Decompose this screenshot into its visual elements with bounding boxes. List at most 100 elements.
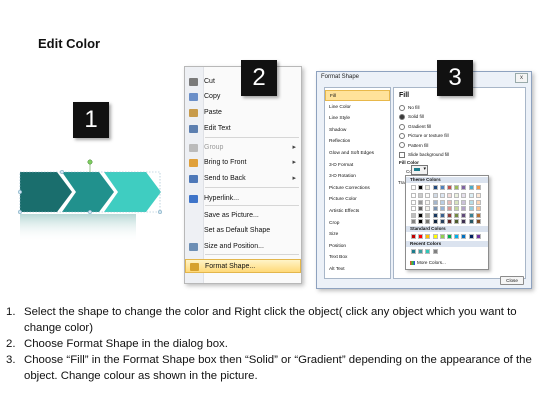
color-swatch[interactable] [411,185,416,190]
color-swatch[interactable] [425,212,431,218]
color-swatch[interactable] [432,234,438,239]
close-button[interactable]: Close [500,276,524,285]
menu-item[interactable]: Set as Default Shape [185,224,301,238]
menu-item[interactable]: Size and Position... [185,240,301,254]
rotation-handle[interactable] [87,159,93,165]
fill-option-radio[interactable]: Picture or texture fill [399,132,449,139]
dialog-nav-item[interactable]: Picture Corrections [325,183,390,194]
color-swatch[interactable] [468,185,474,190]
color-swatch[interactable] [447,219,452,224]
color-swatch[interactable] [418,193,424,198]
dialog-nav-item[interactable]: 3-D Rotation [325,171,390,182]
color-swatch[interactable] [468,234,474,239]
color-swatch[interactable] [439,185,445,190]
dialog-nav-item[interactable]: Picture Color [325,194,390,205]
color-swatch[interactable] [432,199,438,205]
color-swatch[interactable] [411,212,416,218]
color-swatch[interactable] [468,199,474,205]
color-swatch[interactable] [418,249,424,254]
color-swatch[interactable] [447,206,452,211]
menu-item[interactable]: Edit Text [185,122,301,136]
color-swatch[interactable] [411,249,416,254]
dialog-nav-item[interactable]: Line Style [325,113,390,124]
color-swatch[interactable] [475,212,481,218]
menu-item[interactable]: Group ▸ [185,141,301,155]
dialog-nav-item[interactable]: Text Box [325,252,390,263]
resize-handle[interactable] [157,209,163,215]
color-swatch[interactable] [468,219,474,224]
dialog-nav-item[interactable]: Fill [325,90,390,101]
color-swatch[interactable] [418,206,424,211]
color-swatch[interactable] [411,234,416,239]
color-swatch[interactable] [468,193,474,198]
color-swatch[interactable] [468,212,474,218]
color-swatch[interactable] [411,199,416,205]
dialog-nav-item[interactable]: Shadow [325,125,390,136]
color-swatch[interactable] [454,212,460,218]
color-swatch[interactable] [454,193,460,198]
color-swatch[interactable] [447,234,452,239]
color-swatch[interactable] [411,219,416,224]
color-swatch[interactable] [432,219,438,224]
color-swatch[interactable] [454,219,460,224]
color-swatch[interactable] [411,206,416,211]
menu-item[interactable]: Hyperlink... [185,192,301,206]
color-swatch[interactable] [447,185,452,190]
color-swatch[interactable] [432,185,438,190]
color-swatch[interactable] [425,199,431,205]
color-swatch[interactable] [447,212,452,218]
menu-item[interactable]: Paste [185,106,301,120]
color-swatch[interactable] [432,212,438,218]
color-swatch[interactable] [461,212,467,218]
dialog-nav-item[interactable]: Reflection [325,136,390,147]
color-swatch[interactable] [454,206,460,211]
color-swatch[interactable] [475,199,481,205]
fill-option-radio[interactable]: Solid fill [399,113,424,121]
color-swatch[interactable] [418,234,424,239]
color-swatch[interactable] [425,193,431,198]
color-swatch[interactable] [447,193,452,198]
color-swatch[interactable] [425,249,431,254]
color-swatch[interactable] [418,212,424,218]
dialog-close-icon[interactable]: x [515,73,528,83]
color-swatch[interactable] [418,185,424,190]
color-swatch[interactable] [425,185,431,190]
color-swatch[interactable] [461,185,467,190]
resize-handle[interactable] [59,169,65,175]
color-swatch[interactable] [432,193,438,198]
color-swatch[interactable] [461,206,467,211]
color-swatch[interactable] [425,206,431,211]
color-swatch[interactable] [461,193,467,198]
color-swatch[interactable] [439,193,445,198]
color-swatch[interactable] [439,234,445,239]
color-swatch[interactable] [439,206,445,211]
fill-option-radio[interactable]: Gradient fill [399,123,431,130]
color-swatch[interactable] [439,212,445,218]
color-swatch[interactable] [432,249,438,254]
color-swatch[interactable] [475,206,481,211]
fill-color-button[interactable]: ▾ [411,165,428,175]
color-swatch[interactable] [418,219,424,224]
color-swatch[interactable] [461,234,467,239]
chevron-shapes[interactable] [14,158,174,248]
menu-item[interactable]: Bring to Front ▸ [185,156,301,170]
chevron-shape-1[interactable] [20,172,72,212]
menu-item[interactable]: Save as Picture... [185,209,301,223]
dialog-nav-item[interactable]: Position [325,241,390,252]
dialog-nav-item[interactable]: Alt Text [325,264,390,275]
color-swatch[interactable] [454,199,460,205]
fill-option-radio[interactable]: Pattern fill [399,142,428,149]
color-swatch[interactable] [475,219,481,224]
color-swatch[interactable] [475,185,481,190]
color-swatch[interactable] [454,185,460,190]
dialog-nav-item[interactable]: Size [325,229,390,240]
fill-option-radio[interactable]: No fill [399,104,420,111]
more-colors-link[interactable]: More Colors... [410,260,446,265]
color-swatch[interactable] [454,234,460,239]
dialog-nav-item[interactable]: Crop [325,218,390,229]
color-swatch[interactable] [439,199,445,205]
color-swatch[interactable] [475,234,481,239]
color-swatch[interactable] [461,199,467,205]
color-swatch[interactable] [432,206,438,211]
slide-background-checkbox[interactable]: Slide background fill [399,151,449,158]
